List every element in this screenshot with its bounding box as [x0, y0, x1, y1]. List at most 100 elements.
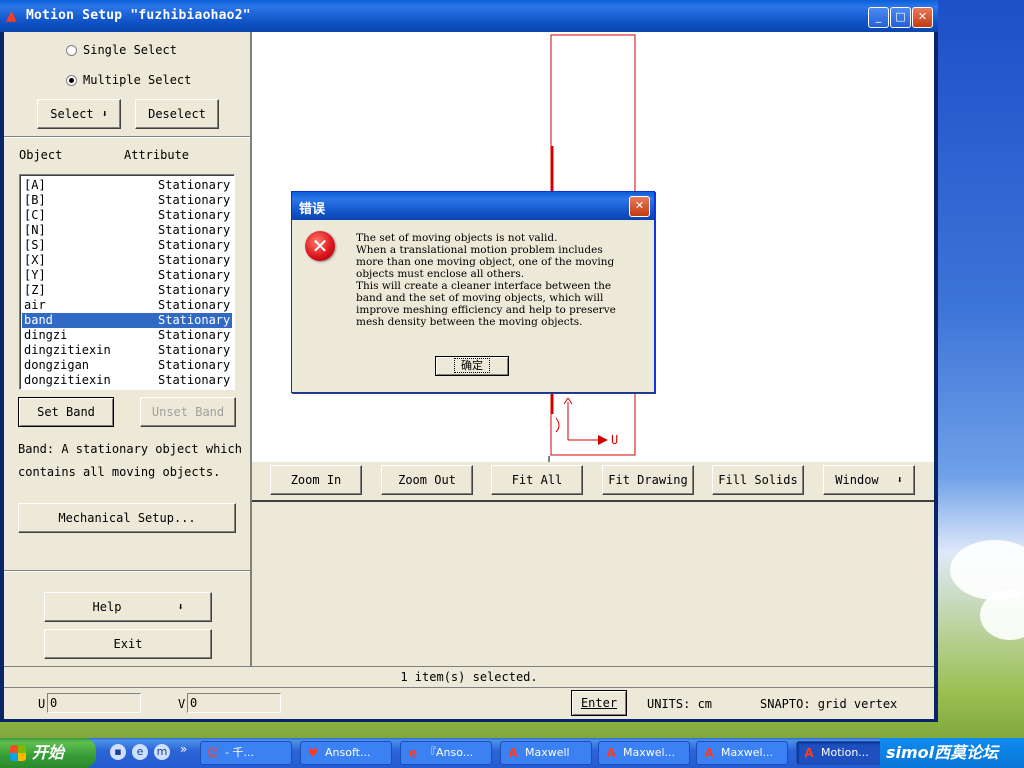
v-coordinate-field[interactable]: 0 [187, 693, 281, 713]
radio-dot[interactable] [66, 44, 77, 56]
start-button[interactable]: 开始 [0, 738, 96, 768]
help-button-label: Help [92, 600, 122, 614]
object-name: [Y] [24, 268, 46, 282]
close-button[interactable]: ✕ [912, 7, 933, 28]
task-app-icon: A [704, 746, 714, 760]
object-list-row[interactable]: [C] Stationary [22, 208, 232, 223]
object-list-row[interactable]: dingzi Stationary [22, 328, 232, 343]
cloud-decoration [980, 590, 1024, 640]
error-dialog: 错误 ✕ ✕ The set of moving objects is not … [291, 191, 655, 393]
object-name: [X] [24, 253, 46, 267]
window-menu-button[interactable]: Window ⬇ [823, 465, 915, 495]
taskbar-task-button[interactable]: A Maxwell [500, 741, 592, 765]
u-coordinate-field[interactable]: 0 [47, 693, 141, 713]
help-button[interactable]: Help ⬇ [44, 592, 212, 622]
browser-quicklaunch-icon[interactable]: e [132, 744, 148, 760]
object-attribute: Stationary [158, 373, 231, 387]
task-label: Maxwell [525, 746, 570, 759]
object-list-row[interactable]: [A] Stationary [22, 178, 232, 193]
zoom-out-button[interactable]: Zoom Out [381, 465, 473, 495]
object-list-row[interactable]: [X] Stationary [22, 253, 232, 268]
divider [4, 136, 250, 138]
object-name: [B] [24, 193, 46, 207]
object-attribute: Stationary [158, 193, 231, 207]
object-name: dingzi [24, 328, 68, 342]
multiple-select-radio[interactable]: Multiple Select [66, 73, 191, 87]
taskbar: 开始 ▪ e m » ☺ - 千... ♥ Ansoft... e 『Anso... A Ma… [0, 738, 1024, 768]
v-coordinate-label: V [178, 697, 186, 711]
system-tray: simol西莫论坛 [880, 738, 1024, 768]
quicklaunch-chevron-icon[interactable]: » [180, 742, 187, 756]
task-label: Maxwel... [623, 746, 676, 759]
object-attribute: Stationary [158, 328, 231, 342]
deselect-button[interactable]: Deselect [135, 99, 219, 129]
media-quicklaunch-icon[interactable]: m [154, 744, 170, 760]
set-band-button[interactable]: Set Band [18, 397, 114, 427]
band-description: Band: A stationary object which contains… [18, 442, 242, 479]
fit-all-button[interactable]: Fit All [491, 465, 583, 495]
ok-button-label: 确定 [454, 358, 490, 373]
object-name: [Z] [24, 283, 46, 297]
object-attribute: Stationary [158, 298, 231, 312]
task-label: Motion... [821, 746, 869, 759]
enter-button[interactable]: Enter [571, 690, 627, 716]
object-attribute: Stationary [158, 223, 231, 237]
taskbar-task-button[interactable]: e 『Anso... [400, 741, 492, 765]
show-desktop-icon[interactable]: ▪ [110, 744, 126, 760]
task-app-icon: A [508, 746, 518, 760]
minimize-button[interactable]: _ [868, 7, 889, 28]
u-coordinate-label: U [38, 697, 46, 711]
object-list-row[interactable]: air Stationary [22, 298, 232, 313]
maximize-button[interactable]: □ [890, 7, 911, 28]
single-select-radio[interactable]: Single Select [66, 43, 177, 57]
dropdown-arrow-icon: ⬇ [896, 474, 903, 486]
taskbar-task-button[interactable]: A Maxwel... [598, 741, 690, 765]
object-list-row[interactable]: [N] Stationary [22, 223, 232, 238]
object-name: [A] [24, 178, 46, 192]
object-name: [C] [24, 208, 46, 222]
title-bar[interactable]: ▲ Motion Setup "fuzhibiaohao2" _ □ ✕ [0, 0, 938, 32]
exit-button[interactable]: Exit [44, 629, 212, 659]
task-app-icon: e [408, 746, 418, 760]
object-listbox[interactable]: [A] Stationary [B] Stationary [C] Stationary[… [19, 174, 235, 390]
attribute-column-header: Attribute [124, 148, 190, 162]
fill-solids-button[interactable]: Fill Solids [712, 465, 804, 495]
error-message: The set of moving objects is not valid. … [356, 232, 616, 328]
object-list-row[interactable]: [Z] Stationary [22, 283, 232, 298]
rotation-marker-icon [555, 417, 560, 433]
zoom-in-button[interactable]: Zoom In [270, 465, 362, 495]
taskbar-task-button[interactable]: ☺ - 千... [200, 741, 292, 765]
radio-dot-checked[interactable] [66, 74, 77, 86]
object-list-row[interactable]: [S] Stationary [22, 238, 232, 253]
mechanical-setup-button[interactable]: Mechanical Setup... [18, 503, 236, 533]
object-name: dongzitiexin [24, 373, 111, 387]
window-button-label: Window [835, 473, 879, 487]
object-attribute: Stationary [158, 238, 231, 252]
dialog-close-button[interactable]: ✕ [629, 196, 650, 217]
object-list-row[interactable]: [B] Stationary [22, 193, 232, 208]
object-list-row[interactable]: band Stationary [22, 313, 232, 328]
object-list-row[interactable]: dingzitiexin Stationary [22, 343, 232, 358]
task-app-icon: ☺ [206, 746, 220, 760]
taskbar-task-button[interactable]: ♥ Ansoft... [300, 741, 392, 765]
task-label: 『Anso... [425, 746, 474, 759]
object-name: [S] [24, 238, 46, 252]
status-message: 1 item(s) selected. [4, 666, 934, 687]
unset-band-button[interactable]: Unset Band [140, 397, 236, 427]
fit-drawing-button[interactable]: Fit Drawing [602, 465, 694, 495]
maxwell-app-icon: ▲ [6, 8, 17, 24]
object-attribute: Stationary [158, 313, 231, 327]
object-list-row[interactable]: dongzigan Stationary [22, 358, 232, 373]
object-list-row[interactable]: [Y] Stationary [22, 268, 232, 283]
task-label: Ansoft... [325, 746, 371, 759]
dialog-title-bar[interactable]: 错误 ✕ [292, 192, 654, 220]
select-button[interactable]: Select ⬇ [37, 99, 121, 129]
taskbar-task-button[interactable]: A Motion... [796, 741, 888, 765]
object-list-row[interactable]: dongzitiexin Stationary [22, 373, 232, 388]
dropdown-arrow-icon: ⬇ [101, 108, 108, 120]
ok-button[interactable]: 确定 [435, 356, 509, 376]
left-panel: Single Select Multiple Select Select ⬇ De… [4, 32, 252, 666]
u-axis-arrow-icon [598, 435, 608, 445]
taskbar-task-button[interactable]: A Maxwel... [696, 741, 788, 765]
units-readout: UNITS: cm [647, 697, 713, 711]
